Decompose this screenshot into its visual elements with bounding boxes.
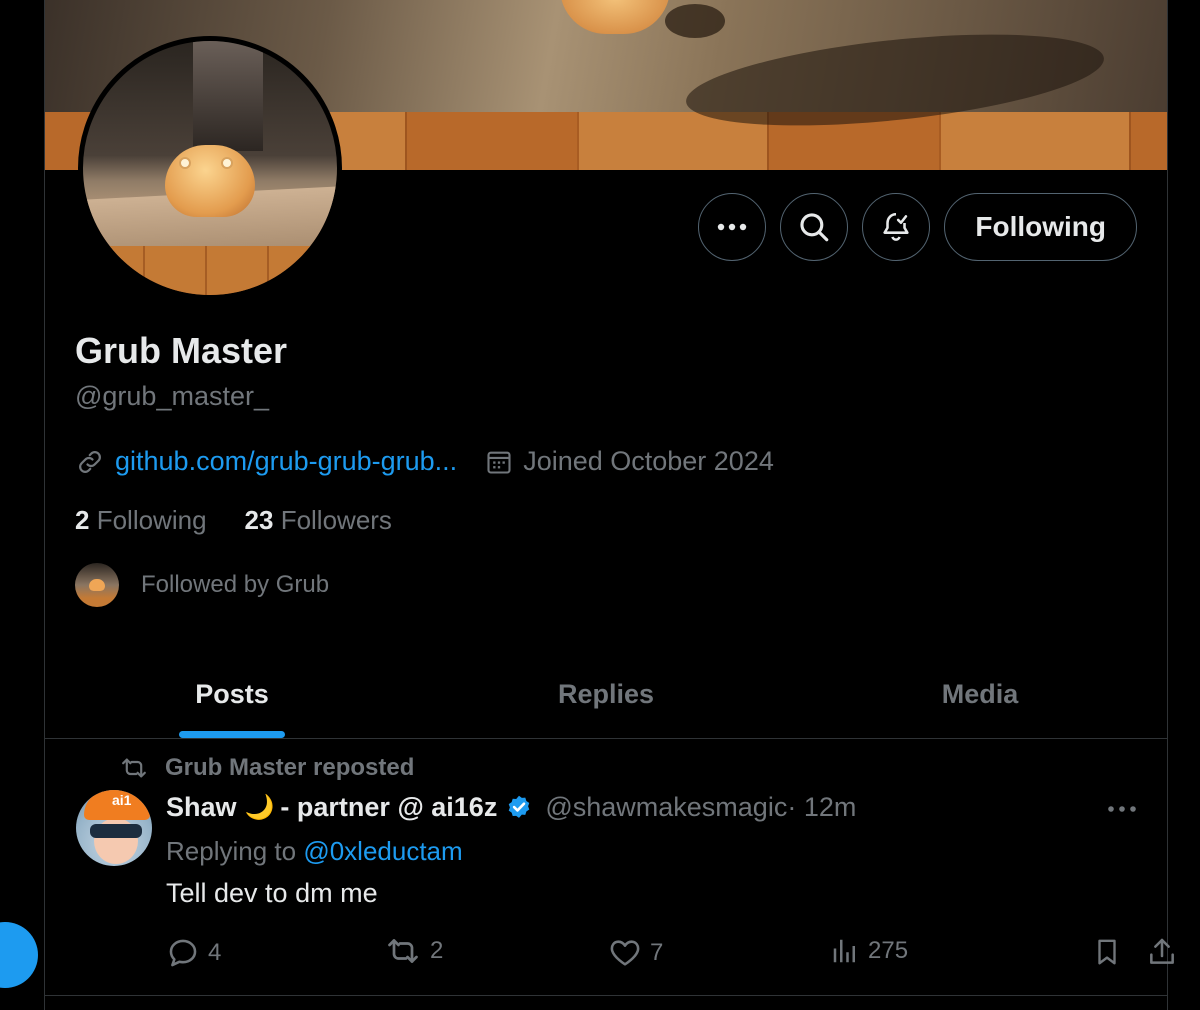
- like-count: 7: [650, 939, 664, 966]
- tab-posts[interactable]: Posts: [45, 650, 419, 738]
- replying-to-handle[interactable]: @0xleductam: [303, 836, 462, 866]
- moon-emoji: 🌙: [244, 794, 275, 821]
- post-author-avatar[interactable]: ai1: [76, 790, 152, 866]
- post-timestamp[interactable]: · 12m: [787, 792, 856, 823]
- profile-meta: github.com/grub-grub-grub... Joined Octo…: [75, 446, 774, 477]
- notifications-button[interactable]: [862, 193, 931, 261]
- followed-by-row[interactable]: Followed by Grub: [75, 563, 329, 607]
- share-button[interactable]: [1146, 936, 1178, 968]
- heart-icon: [610, 940, 640, 966]
- post-actions-bar: 4 2 7 275: [166, 936, 1174, 976]
- views-button[interactable]: 275: [830, 936, 908, 966]
- profile-actions: Following: [698, 193, 1137, 261]
- followed-by-text: Followed by Grub: [141, 571, 330, 598]
- following-button[interactable]: Following: [944, 193, 1137, 261]
- reply-count: 4: [208, 939, 222, 966]
- avatar-cap-logo: ai1: [112, 792, 132, 808]
- profile-stats: 2 Following 23 Followers: [75, 505, 392, 536]
- reply-button[interactable]: 4: [166, 936, 221, 970]
- compose-fab-partial[interactable]: [0, 922, 38, 988]
- post-author-handle[interactable]: @shawmakesmagic: [545, 792, 787, 823]
- reply-icon: [169, 939, 197, 967]
- link-icon: [79, 450, 101, 473]
- views-count: 275: [868, 937, 909, 964]
- tab-replies-label: Replies: [557, 678, 655, 709]
- share-icon: [1150, 938, 1174, 964]
- tab-posts-label: Posts: [195, 678, 269, 709]
- post-author-suffix[interactable]: - partner @ ai16z: [280, 792, 497, 823]
- tab-media-label: Media: [941, 678, 1019, 709]
- repost-indicator: Grub Master reposted: [119, 754, 414, 782]
- repost-button[interactable]: 2: [384, 936, 443, 966]
- tab-media[interactable]: Media: [793, 650, 1167, 738]
- repost-label: Grub Master reposted: [165, 754, 415, 781]
- verified-badge-icon: [509, 795, 530, 818]
- calendar-icon: [487, 451, 511, 474]
- replying-prefix: Replying to: [166, 836, 304, 866]
- post-author-name[interactable]: Shaw: [166, 792, 237, 823]
- like-button[interactable]: 7: [608, 936, 663, 970]
- post-more-button[interactable]: [1107, 800, 1137, 818]
- follower-avatar: [75, 563, 119, 607]
- repost-icon: [388, 939, 418, 963]
- following-stat-link[interactable]: 2 Following: [75, 505, 207, 536]
- followers-stat-link[interactable]: 23 Followers: [245, 505, 392, 536]
- repost-count: 2: [430, 937, 444, 964]
- more-horizontal-icon: [1108, 806, 1136, 812]
- active-tab-indicator: [179, 731, 285, 738]
- bookmark-icon: [1098, 939, 1116, 965]
- profile-avatar[interactable]: [78, 36, 342, 300]
- search-button[interactable]: [780, 193, 849, 261]
- bookmark-button[interactable]: [1092, 936, 1122, 968]
- post-item[interactable]: Grub Master reposted ai1 Shaw 🌙 - partne…: [45, 740, 1174, 996]
- profile-website-link[interactable]: github.com/grub-grub-grub...: [115, 446, 457, 477]
- search-icon: [800, 213, 829, 242]
- repost-icon: [122, 758, 146, 778]
- following-label: Following: [96, 505, 207, 535]
- followers-label: Followers: [280, 505, 392, 535]
- profile-handle: @grub_master_: [75, 381, 269, 411]
- profile-joined-date: Joined October 2024: [523, 446, 774, 476]
- profile-name: Grub Master: [75, 330, 288, 371]
- following-count: 2: [75, 505, 90, 535]
- more-horizontal-icon: [718, 223, 747, 231]
- post-text: Tell dev to dm me: [166, 878, 378, 908]
- views-bar-chart-icon: [833, 939, 855, 963]
- bell-check-icon: [883, 212, 909, 241]
- replying-to-line: Replying to @0xleductam: [166, 836, 463, 867]
- post-header: Shaw 🌙 - partner @ ai16z @shawmakesmagic…: [166, 792, 856, 823]
- more-options-button[interactable]: [698, 193, 767, 261]
- followers-count: 23: [244, 505, 274, 535]
- profile-tabs: Posts Replies Media: [45, 650, 1167, 739]
- profile-column: Following Grub Master @grub_master_ gith…: [44, 0, 1174, 1010]
- tab-replies[interactable]: Replies: [419, 650, 793, 738]
